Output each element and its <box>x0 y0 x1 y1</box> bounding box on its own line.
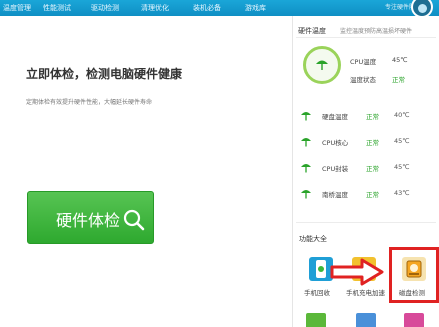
panel-divider-mid <box>296 222 436 223</box>
tab-performance[interactable]: 性能测试 <box>40 0 88 16</box>
umbrella-icon <box>301 138 311 147</box>
tab-driver[interactable]: 驱动检测 <box>88 0 138 16</box>
sensor-name: 硬盘温度 <box>322 113 348 121</box>
top-nav-bar: 温度管理 性能测试 驱动检测 清理优化 装机必备 游戏库 专注硬件防护 <box>0 0 439 18</box>
logo-icon <box>411 0 433 18</box>
magnifier-icon <box>123 209 145 231</box>
sensor-row: CPU封装 正常 45℃ <box>300 161 436 175</box>
hardware-check-label: 硬件体检 <box>56 211 121 230</box>
page-subline: 定期体检有效提升硬件性能，大幅延长硬件寿命 <box>26 99 153 106</box>
panel-title: 硬件温度 <box>298 27 326 35</box>
sensor-temp: 45℃ <box>394 163 410 171</box>
sensor-temp: 45℃ <box>394 137 410 145</box>
nav-tabs: 温度管理 性能测试 驱动检测 清理优化 装机必备 游戏库 <box>0 0 282 16</box>
panel-hint-link[interactable]: 监控温度预防高温损坏硬件 <box>340 26 412 35</box>
temp-status-value: 正常 <box>392 76 405 84</box>
tool-partial-icon[interactable] <box>356 313 376 327</box>
sensor-name: CPU封装 <box>322 165 349 173</box>
sensor-row: 南桥温度 正常 43℃ <box>300 187 436 201</box>
app-window: 温度管理 性能测试 驱动检测 清理优化 装机必备 游戏库 专注硬件防护 立即体检… <box>0 0 439 327</box>
cpu-temp-label: CPU温度 <box>350 58 377 66</box>
tool-partial-icon[interactable] <box>306 313 326 327</box>
page-headline: 立即体检，检测电脑硬件健康 <box>26 67 183 81</box>
sensor-status: 正常 <box>366 165 379 173</box>
sensor-row: CPU核心 正常 45℃ <box>300 135 436 149</box>
temp-status-label: 温度状态 <box>350 76 376 84</box>
sensor-row: 硬盘温度 正常 40℃ <box>300 109 436 123</box>
umbrella-icon <box>301 164 311 173</box>
sensor-name: 南桥温度 <box>322 191 348 199</box>
cpu-temp-value: 45℃ <box>392 56 408 64</box>
sensor-status: 正常 <box>366 191 379 199</box>
sensor-status: 正常 <box>366 113 379 121</box>
umbrella-icon <box>301 112 311 121</box>
sensor-status: 正常 <box>366 139 379 147</box>
tab-games[interactable]: 游戏库 <box>242 0 282 16</box>
umbrella-icon <box>301 190 311 199</box>
highlight-box <box>389 247 439 303</box>
temperature-gauge <box>303 46 341 84</box>
umbrella-icon <box>316 60 328 70</box>
tools-section-title: 功能大全 <box>299 235 327 243</box>
sensor-temp: 40℃ <box>394 111 410 119</box>
red-arrow-icon <box>330 258 384 286</box>
sensor-temp: 43℃ <box>394 189 410 197</box>
panel-divider <box>292 16 293 327</box>
tab-essentials[interactable]: 装机必备 <box>190 0 242 16</box>
sensor-name: CPU核心 <box>322 139 349 147</box>
tab-cleanup[interactable]: 清理优化 <box>138 0 190 16</box>
tab-temperature[interactable]: 温度管理 <box>0 0 40 16</box>
tool-partial-icon[interactable] <box>404 313 424 327</box>
panel-divider-top <box>296 37 436 38</box>
hardware-check-button[interactable]: 硬件体检 <box>27 191 154 244</box>
